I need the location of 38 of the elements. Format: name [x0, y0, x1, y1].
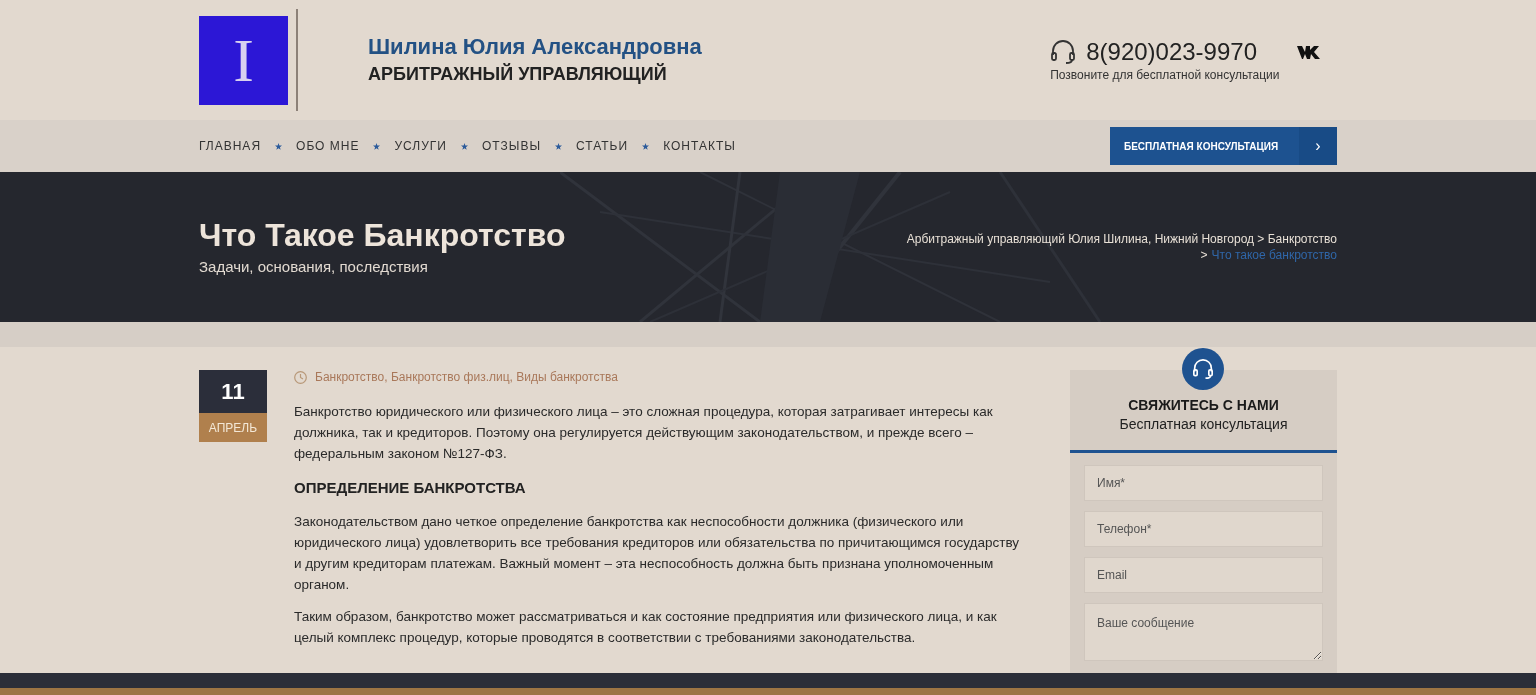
star-icon: [555, 142, 562, 150]
input-field[interactable]: Email: [1084, 557, 1323, 593]
star-icon: [642, 142, 650, 150]
input-field[interactable]: Телефон*: [1084, 511, 1323, 547]
date-day: 11: [199, 370, 267, 413]
owner-name: Шилина Юлия Александровна: [368, 33, 702, 61]
headset-icon: [1050, 40, 1077, 64]
article-paragraph: Таким образом, банкротство может рассматриваться и как состояние предприятия или физического лица, и как целый комплекс процедур, которые проводятся в соответствии с требованиями законодательства.: [294, 607, 998, 647]
section-heading: ОПРЕДЕЛЕНИЕ БАНКРОТСТВА: [294, 478, 527, 498]
headset-icon: [1192, 359, 1214, 379]
contact-subtitle: Бесплатная консультация: [1119, 415, 1288, 434]
nav-link[interactable]: УСЛУГИ: [394, 137, 447, 155]
star-icon: [275, 142, 283, 150]
input-field[interactable]: Имя*: [1084, 465, 1323, 501]
vk-icon[interactable]: [1297, 45, 1321, 59]
breadcrumb-link[interactable]: Арбитражный управляющий Юлия Шилина, Нижний Новгород > Банкротство: [906, 231, 1337, 247]
breadcrumb-current: Что такое банкротство: [1211, 247, 1337, 263]
nav-link[interactable]: СТАТЬИ: [576, 137, 629, 155]
article-paragraph: Законодательством дано четкое определение банкротства как неспособности должника (физического или юридического лица) удовлетворить все требования кредиторов или обязательства по причитающимся государству и другим кредиторам платежам. Важный момент – эта неспособность должна быть признана уполномоченным органом.: [294, 512, 1020, 594]
phone-note: Позвоните для бесплатной консультации: [1050, 67, 1281, 83]
logo[interactable]: I: [199, 15, 288, 105]
nav-link[interactable]: ГЛАВНАЯ: [199, 137, 262, 155]
star-icon: [373, 142, 381, 150]
owner-role: АРБИТРАЖНЫЙ УПРАВЛЯЮЩИЙ: [368, 62, 668, 86]
page-subtitle: Задачи, основания, последствия: [199, 257, 429, 277]
contact-title: СВЯЖИТЕСЬ С НАМИ: [1128, 396, 1279, 414]
free-consultation-button[interactable]: БЕСПЛАТНАЯ КОНСУЛЬТАЦИЯ ›: [1110, 127, 1337, 165]
star-icon: [461, 142, 468, 150]
nav-link[interactable]: ОТЗЫВЫ: [482, 137, 541, 155]
date-month: АПРЕЛЬ: [199, 413, 267, 442]
clock-icon: [294, 370, 307, 384]
breadcrumb-separator: >: [1200, 247, 1208, 263]
message-field[interactable]: Ваше сообщение: [1084, 603, 1323, 661]
page-title: Что Такое Банкротство: [199, 216, 566, 255]
article-paragraph: Банкротство юридического или физического лица – это сложная процедура, которая затрагивает интересы как должника, так и кредиторов. Поэтому она регулируется действующим законодательством, и прежде всего – федеральным законом №127-ФЗ.: [294, 403, 994, 463]
phone-number[interactable]: 8(920)023-9970: [1086, 37, 1257, 67]
nav-link[interactable]: КОНТАКТЫ: [663, 137, 736, 155]
nav-link[interactable]: ОБО МНЕ: [296, 137, 360, 155]
